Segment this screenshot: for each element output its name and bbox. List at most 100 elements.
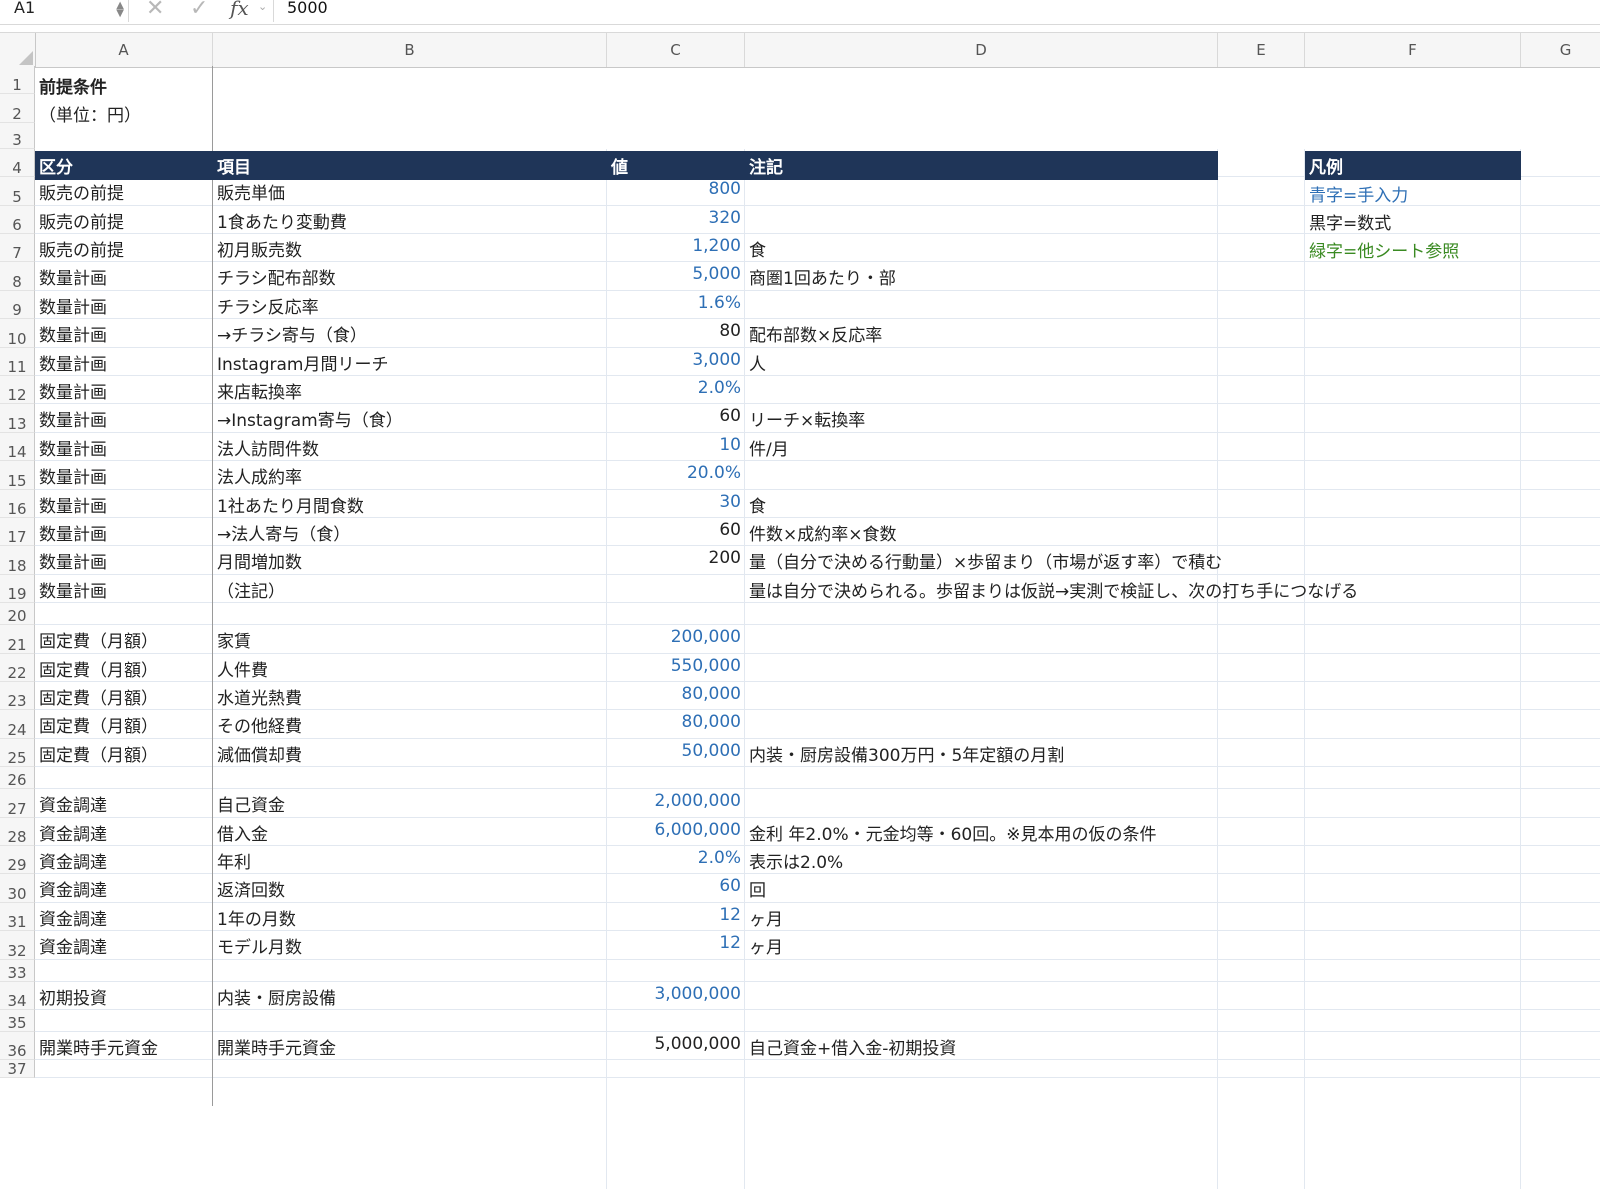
category-cell[interactable]: 販売の前提 xyxy=(35,179,128,204)
item-cell[interactable]: 返済回数 xyxy=(213,876,289,901)
row-header[interactable]: 37 xyxy=(0,1060,35,1079)
category-cell[interactable]: 固定費（月額） xyxy=(35,684,162,709)
item-cell[interactable]: 来店転換率 xyxy=(213,378,306,403)
cancel-icon[interactable]: ✕ xyxy=(146,0,164,21)
item-cell[interactable]: 年利 xyxy=(213,848,255,873)
row-header[interactable]: 18 xyxy=(0,546,35,575)
row-header[interactable]: 10 xyxy=(0,319,35,348)
category-cell[interactable]: 数量計画 xyxy=(35,520,111,545)
note-cell[interactable]: 量は自分で決められる。歩留まりは仮説→実測で検証し、次の打ち手につなげる xyxy=(745,577,1362,602)
row-header[interactable]: 26 xyxy=(0,767,35,790)
value-cell[interactable]: 80,000 xyxy=(607,712,745,732)
value-cell[interactable]: 2.0% xyxy=(607,848,745,868)
row-header[interactable]: 1 xyxy=(0,66,35,95)
unit-label[interactable]: （単位：円） xyxy=(35,101,145,126)
value-cell[interactable]: 5,000 xyxy=(607,264,745,284)
item-cell[interactable]: →法人寄与（食） xyxy=(213,520,354,545)
value-cell[interactable]: 12 xyxy=(607,933,745,953)
category-cell[interactable]: 数量計画 xyxy=(35,463,111,488)
value-cell[interactable]: 60 xyxy=(607,406,745,426)
category-cell[interactable]: 資金調達 xyxy=(35,820,111,845)
row-header[interactable]: 12 xyxy=(0,376,35,405)
row-header[interactable]: 24 xyxy=(0,710,35,739)
row-header[interactable]: 25 xyxy=(0,738,35,768)
note-cell[interactable]: 量（自分で決める行動量）×歩留まり（市場が返す率）で積む xyxy=(745,548,1226,573)
category-cell[interactable]: 数量計画 xyxy=(35,435,111,460)
value-cell[interactable]: 3,000,000 xyxy=(607,984,745,1004)
item-cell[interactable]: 減価償却費 xyxy=(213,741,306,766)
note-cell[interactable]: 食 xyxy=(745,492,770,517)
value-cell[interactable]: 5,000,000 xyxy=(607,1034,745,1054)
row-header[interactable]: 27 xyxy=(0,789,35,818)
row-header[interactable]: 28 xyxy=(0,817,35,846)
value-cell[interactable]: 12 xyxy=(607,905,745,925)
row-header[interactable]: 9 xyxy=(0,290,35,320)
category-cell[interactable]: 資金調達 xyxy=(35,791,111,816)
value-cell[interactable]: 1.6% xyxy=(607,293,745,313)
column-header-b[interactable]: B xyxy=(213,33,607,67)
formula-input[interactable]: 5000 xyxy=(287,0,328,17)
category-cell[interactable]: 販売の前提 xyxy=(35,208,128,233)
row-header[interactable]: 6 xyxy=(0,205,35,234)
row-header[interactable]: 5 xyxy=(0,177,35,206)
value-cell[interactable]: 320 xyxy=(607,208,745,228)
category-cell[interactable]: 数量計画 xyxy=(35,264,111,289)
row-header[interactable]: 4 xyxy=(0,148,35,178)
note-cell[interactable]: ヶ月 xyxy=(745,905,787,930)
name-box-dropdown-icon[interactable]: ▲ ▼ xyxy=(116,1,124,19)
item-cell[interactable]: 水道光熱費 xyxy=(213,684,306,709)
row-header[interactable]: 23 xyxy=(0,682,35,711)
category-cell[interactable]: 数量計画 xyxy=(35,293,111,318)
item-cell[interactable]: 1食あたり変動費 xyxy=(213,208,351,233)
row-header[interactable]: 29 xyxy=(0,846,35,875)
value-cell[interactable]: 80,000 xyxy=(607,684,745,704)
value-cell[interactable]: 200,000 xyxy=(607,627,745,647)
value-cell[interactable]: 2.0% xyxy=(607,378,745,398)
row-header[interactable]: 31 xyxy=(0,902,35,932)
item-cell[interactable]: （注記） xyxy=(213,577,289,602)
row-header[interactable]: 13 xyxy=(0,404,35,433)
value-cell[interactable]: 30 xyxy=(607,492,745,512)
category-cell[interactable]: 固定費（月額） xyxy=(35,656,162,681)
category-cell[interactable]: 固定費（月額） xyxy=(35,741,162,766)
note-cell[interactable]: 内装・厨房設備300万円・5年定額の月割 xyxy=(745,741,1068,766)
column-header-f[interactable]: F xyxy=(1305,33,1521,67)
row-header[interactable]: 20 xyxy=(0,603,35,626)
value-cell[interactable]: 60 xyxy=(607,876,745,896)
name-box[interactable]: A1 ▲ ▼ xyxy=(0,0,129,22)
note-cell[interactable]: リーチ×転換率 xyxy=(745,406,869,431)
category-cell[interactable]: 数量計画 xyxy=(35,378,111,403)
note-cell[interactable]: 回 xyxy=(745,876,770,901)
row-header[interactable]: 17 xyxy=(0,518,35,547)
note-cell[interactable]: 表示は2.0% xyxy=(745,848,847,873)
header-value[interactable]: 値 xyxy=(607,153,632,178)
value-cell[interactable]: 50,000 xyxy=(607,741,745,761)
category-cell[interactable]: 資金調達 xyxy=(35,905,111,930)
header-category[interactable]: 区分 xyxy=(35,153,77,178)
function-dropdown-icon[interactable]: ⌄ xyxy=(258,0,267,13)
category-cell[interactable]: 数量計画 xyxy=(35,406,111,431)
row-header[interactable]: 2 xyxy=(0,94,35,123)
item-cell[interactable]: 販売単価 xyxy=(213,179,289,204)
note-cell[interactable]: 件数×成約率×食数 xyxy=(745,520,901,545)
row-header[interactable]: 11 xyxy=(0,347,35,376)
item-cell[interactable]: 1社あたり月間食数 xyxy=(213,492,368,517)
row-header[interactable]: 7 xyxy=(0,234,35,263)
value-cell[interactable]: 80 xyxy=(607,321,745,341)
item-cell[interactable]: 初月販売数 xyxy=(213,236,306,261)
item-cell[interactable]: →Instagram寄与（食） xyxy=(213,406,407,431)
category-cell[interactable]: 数量計画 xyxy=(35,577,111,602)
category-cell[interactable]: 資金調達 xyxy=(35,876,111,901)
column-header-e[interactable]: E xyxy=(1218,33,1305,67)
note-cell[interactable]: 自己資金+借入金-初期投資 xyxy=(745,1034,960,1059)
value-cell[interactable]: 2,000,000 xyxy=(607,791,745,811)
value-cell[interactable]: 1,200 xyxy=(607,236,745,256)
category-cell[interactable]: 資金調達 xyxy=(35,848,111,873)
item-cell[interactable]: 自己資金 xyxy=(213,791,289,816)
value-cell[interactable]: 3,000 xyxy=(607,350,745,370)
item-cell[interactable]: 月間増加数 xyxy=(213,548,306,573)
legend-formula[interactable]: 黒字=数式 xyxy=(1305,209,1395,234)
note-cell[interactable]: 金利 年2.0%・元金均等・60回。※見本用の仮の条件 xyxy=(745,820,1160,845)
category-cell[interactable]: 初期投資 xyxy=(35,984,111,1009)
row-header[interactable]: 35 xyxy=(0,1010,35,1032)
